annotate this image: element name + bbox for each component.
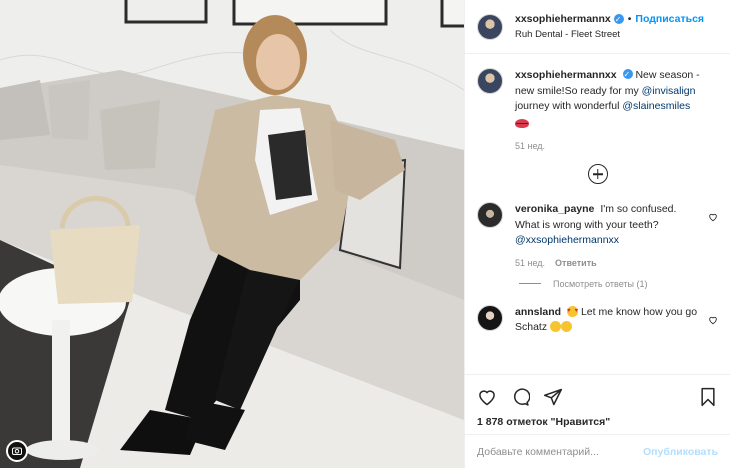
replies-divider bbox=[519, 283, 541, 284]
caption-mention-invisalign[interactable]: @invisalign bbox=[642, 85, 696, 97]
action-icons bbox=[477, 381, 718, 413]
instagram-post: xxsophiehermannx • Подписаться Ruh Denta… bbox=[0, 0, 730, 468]
comment-item: annsland Let me know how you go Schatz bbox=[477, 304, 718, 336]
post-photo[interactable] bbox=[0, 0, 464, 468]
comment-item: veronika_payne I'm so confused. What is … bbox=[477, 202, 718, 269]
comment-avatar[interactable] bbox=[477, 304, 503, 331]
like-comment-heart-icon[interactable] bbox=[708, 315, 718, 325]
caption-text-2: journey with wonderful bbox=[515, 100, 623, 112]
comment-composer: Опубликовать bbox=[465, 434, 730, 468]
smile-emoji-icon bbox=[550, 321, 562, 332]
like-comment-heart-icon[interactable] bbox=[708, 212, 718, 222]
reply-button[interactable]: Ответить bbox=[555, 257, 597, 269]
post-location[interactable]: Ruh Dental - Fleet Street bbox=[515, 27, 704, 42]
separator-dot: • bbox=[627, 12, 632, 25]
heart-icon[interactable] bbox=[477, 387, 497, 407]
comment-avatar[interactable] bbox=[477, 202, 503, 228]
load-more-comments bbox=[477, 164, 718, 184]
share-icon[interactable] bbox=[543, 387, 563, 407]
verified-badge-icon bbox=[613, 12, 624, 27]
smile-emoji-icon bbox=[561, 321, 573, 332]
caption-mention-slainesmiles[interactable]: @slainesmiles bbox=[622, 100, 690, 112]
comment-input[interactable] bbox=[477, 445, 644, 458]
post-caption: xxsophiehermannxx New season - new smile… bbox=[477, 67, 718, 152]
author-username[interactable]: xxsophiehermannx bbox=[515, 12, 611, 27]
plus-icon[interactable] bbox=[587, 164, 608, 184]
post-header: xxsophiehermannx • Подписаться Ruh Denta… bbox=[465, 0, 730, 54]
comment-time[interactable]: 51 нед. bbox=[515, 257, 545, 269]
save-icon[interactable] bbox=[698, 387, 718, 407]
view-replies-label[interactable]: Посмотреть ответы (1) bbox=[553, 279, 648, 289]
caption-time[interactable]: 51 нед. bbox=[515, 140, 545, 152]
publish-button[interactable]: Опубликовать bbox=[643, 446, 718, 458]
author-avatar[interactable] bbox=[477, 13, 503, 40]
heart-eyes-emoji-icon bbox=[567, 304, 579, 319]
camera-badge-icon[interactable] bbox=[6, 440, 28, 462]
comment-icon[interactable] bbox=[510, 387, 530, 407]
view-replies[interactable]: Посмотреть ответы (1) bbox=[519, 279, 718, 289]
caption-username[interactable]: xxsophiehermannxx bbox=[515, 69, 617, 81]
caption-avatar[interactable] bbox=[477, 68, 503, 94]
follow-button[interactable]: Подписаться bbox=[635, 12, 704, 27]
comment-username[interactable]: annsland bbox=[515, 306, 561, 318]
comments-list[interactable]: xxsophiehermannxx New season - new smile… bbox=[465, 54, 730, 374]
likes-count[interactable]: 1 878 отметок "Нравится" bbox=[477, 415, 718, 429]
post-photo-illustration bbox=[0, 0, 464, 468]
author-info: xxsophiehermannx • Подписаться Ruh Denta… bbox=[515, 12, 704, 42]
comment-username[interactable]: veronika_payne bbox=[515, 203, 594, 215]
post-sidebar: xxsophiehermannx • Подписаться Ruh Denta… bbox=[464, 0, 730, 468]
comment-mention[interactable]: @xxsophiehermannxx bbox=[515, 234, 619, 246]
verified-badge-icon bbox=[622, 67, 633, 83]
lips-emoji-icon bbox=[515, 118, 529, 128]
